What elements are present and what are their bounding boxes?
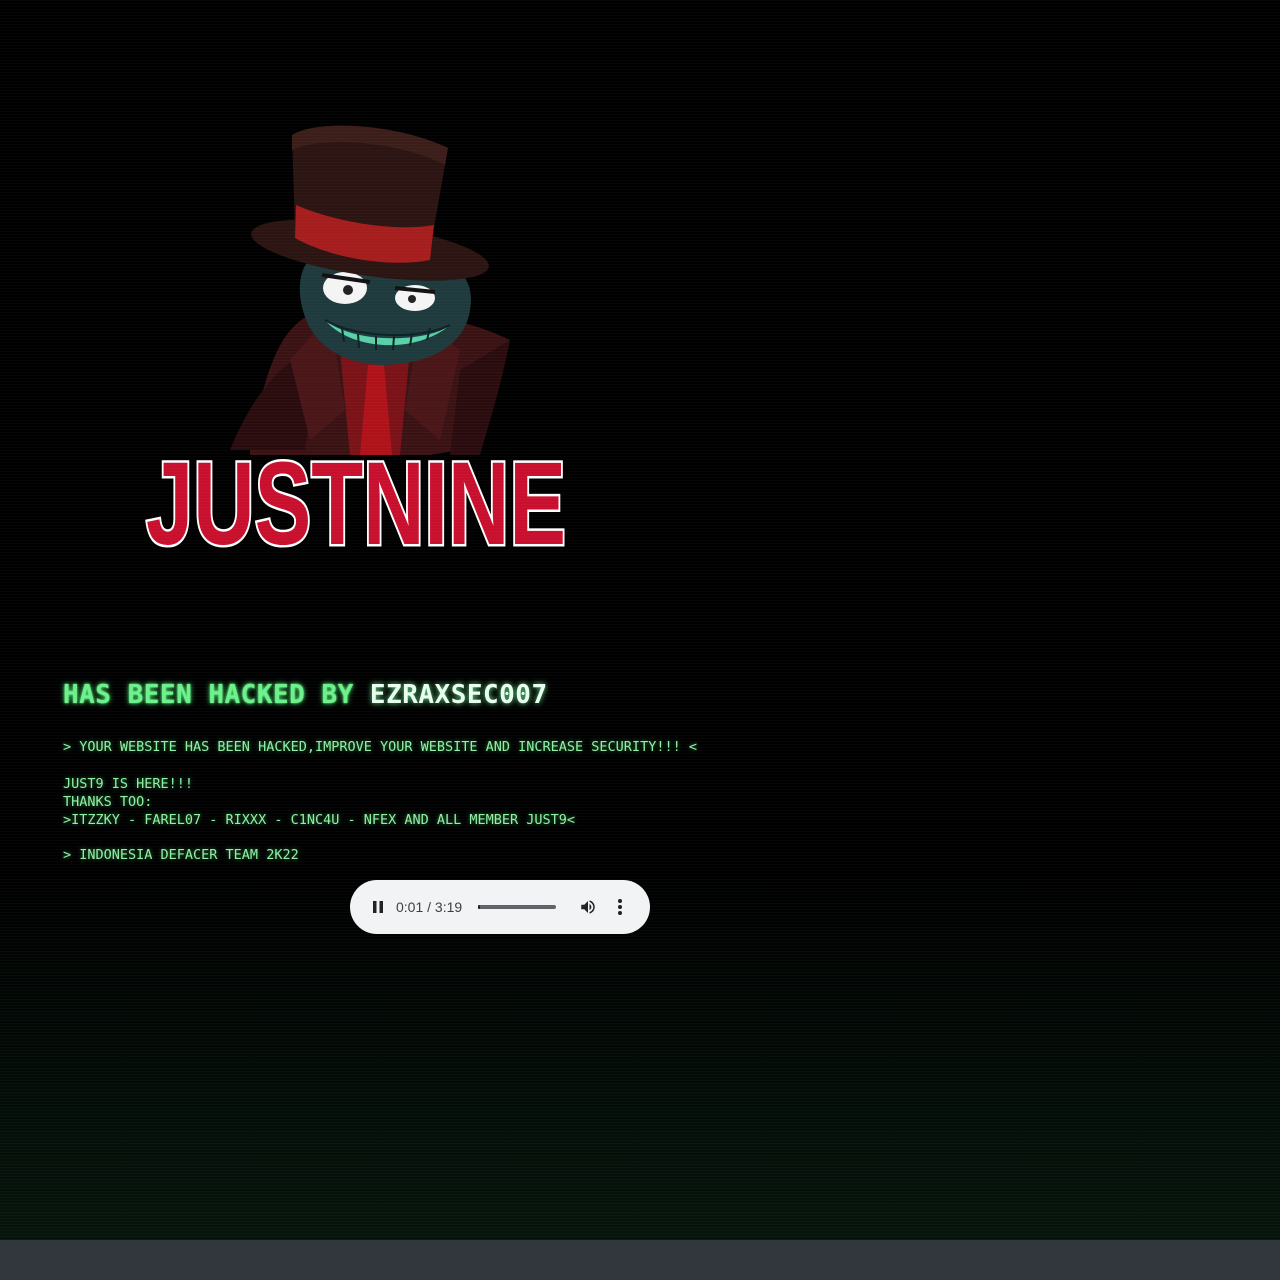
audio-player: 0:01 / 3:19 xyxy=(350,880,650,934)
more-vert-icon xyxy=(618,899,623,915)
deface-page: JUSTNINE JUSTNINE HAS BEEN HACKED BY EZR… xyxy=(0,0,1280,1240)
more-options-button[interactable] xyxy=(610,897,630,917)
audio-progress-slider[interactable] xyxy=(478,905,557,909)
bottom-bar xyxy=(0,1240,1280,1280)
justnine-logo-art: JUSTNINE JUSTNINE xyxy=(144,436,575,577)
team-message: > INDONESIA DEFACER TEAM 2K22 xyxy=(63,847,299,863)
headline-prefix: HAS BEEN HACKED BY xyxy=(63,680,370,710)
hacked-headline: HAS BEEN HACKED BY EZRAXSEC007 xyxy=(63,680,548,710)
volume-button[interactable] xyxy=(578,897,598,917)
pause-icon xyxy=(373,901,383,913)
audio-progress-fill xyxy=(478,905,480,909)
volume-icon xyxy=(581,900,595,914)
pause-button[interactable] xyxy=(368,897,388,917)
headline-author: EZRAXSEC007 xyxy=(369,680,548,710)
justnine-logo: JUSTNINE JUSTNINE xyxy=(136,436,576,577)
justnine-logo-text: JUSTNINE xyxy=(146,438,566,562)
warning-message: > YOUR WEBSITE HAS BEEN HACKED,IMPROVE Y… xyxy=(63,739,697,755)
audio-time: 0:01 / 3:19 xyxy=(396,899,463,915)
crew-message: JUST9 IS HERE!!! THANKS TOO: >ITZZKY - F… xyxy=(63,776,576,828)
